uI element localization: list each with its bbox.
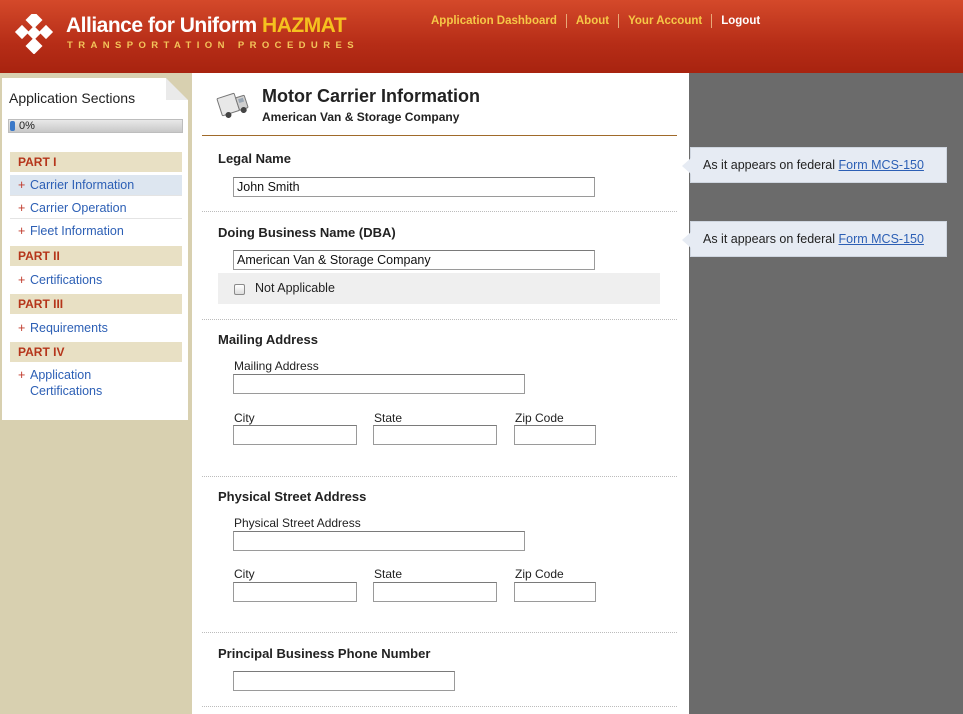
nav-application-dashboard[interactable]: Application Dashboard <box>422 14 566 28</box>
sidebar-item-certifications[interactable]: + Certifications <box>10 269 182 291</box>
sidebar-item-label: Carrier Operation <box>30 201 127 215</box>
nav-your-account[interactable]: Your Account <box>618 14 711 28</box>
top-nav: Application Dashboard About Your Account… <box>422 14 769 28</box>
legal-name-hint: As it appears on federal Form MCS-150 <box>682 147 947 183</box>
divider <box>202 319 677 320</box>
not-applicable-label[interactable]: Not Applicable <box>255 281 335 295</box>
progress-fill <box>10 121 15 131</box>
sidebar-item-label: Fleet Information <box>30 224 124 238</box>
part-ii-header: PART II <box>10 246 182 266</box>
form-mcs-150-link[interactable]: Form MCS-150 <box>839 158 924 172</box>
mailing-city-input[interactable] <box>233 425 357 445</box>
hint-text: As it appears on federal <box>703 232 839 246</box>
sidebar-item-requirements[interactable]: + Requirements <box>10 317 182 339</box>
sidebar-item-label: Certifications <box>30 273 103 287</box>
plus-icon: + <box>18 178 26 192</box>
sidebar-item-label: Application Certifications <box>30 368 103 398</box>
sidebar-title: Application Sections <box>9 90 136 106</box>
divider <box>202 476 677 477</box>
main-content: Motor Carrier Information American Van &… <box>192 73 689 714</box>
mailing-city-label: City <box>234 411 255 425</box>
page-title: Motor Carrier Information <box>262 86 481 106</box>
physical-state-input[interactable] <box>373 582 497 602</box>
sidebar-item-fleet-information[interactable]: + Fleet Information <box>10 220 182 242</box>
mailing-zip-input[interactable] <box>514 425 596 445</box>
page-subtitle: American Van & Storage Company <box>262 110 460 124</box>
physical-zip-input[interactable] <box>514 582 596 602</box>
plus-icon: + <box>18 224 26 238</box>
plus-icon: + <box>18 368 26 382</box>
brand-name[interactable]: Alliance for Uniform HAZMAT <box>66 14 347 38</box>
part-iv-header: PART IV <box>10 342 182 362</box>
mailing-address-input[interactable] <box>233 374 525 394</box>
mailing-zip-label: Zip Code <box>515 411 564 425</box>
sidebar-item-label: Carrier Information <box>30 178 135 192</box>
divider <box>202 632 677 633</box>
part-iii-header: PART III <box>10 294 182 314</box>
application-sections-sidebar: Application Sections 0% PART I + Carrier … <box>2 78 188 420</box>
divider <box>202 706 677 707</box>
mailing-address-label: Mailing Address <box>218 332 318 347</box>
sidebar-item-application-certifications[interactable]: + Application Certifications <box>10 367 182 399</box>
site-header: Alliance for Uniform HAZMAT TRANSPORTATI… <box>0 0 963 73</box>
form-mcs-150-link[interactable]: Form MCS-150 <box>839 232 924 246</box>
physical-zip-label: Zip Code <box>515 567 564 581</box>
physical-city-label: City <box>234 567 255 581</box>
brand-main: Alliance for Uniform <box>66 14 263 37</box>
plus-icon: + <box>18 321 26 335</box>
hint-text: As it appears on federal <box>703 158 839 172</box>
progress-text: 0% <box>19 120 35 132</box>
mailing-state-input[interactable] <box>373 425 497 445</box>
nav-about[interactable]: About <box>565 14 618 28</box>
nav-logout[interactable]: Logout <box>711 14 769 28</box>
truck-icon <box>216 92 249 118</box>
alliance-logo-icon[interactable] <box>14 14 54 54</box>
part-i-header: PART I <box>10 152 182 172</box>
physical-city-input[interactable] <box>233 582 357 602</box>
brand-hazmat: HAZMAT <box>262 14 347 37</box>
plus-icon: + <box>18 201 26 215</box>
dba-hint: As it appears on federal Form MCS-150 <box>682 221 947 257</box>
dba-label: Doing Business Name (DBA) <box>218 225 396 240</box>
plus-icon: + <box>18 273 26 287</box>
legal-name-label: Legal Name <box>218 151 291 166</box>
dba-input[interactable] <box>233 250 595 270</box>
physical-address-input[interactable] <box>233 531 525 551</box>
phone-label: Principal Business Phone Number <box>218 646 431 661</box>
title-divider <box>202 135 677 136</box>
legal-name-input[interactable] <box>233 177 595 197</box>
divider <box>202 211 677 212</box>
brand-tagline: TRANSPORTATION PROCEDURES <box>67 40 359 51</box>
physical-address-label: Physical Street Address <box>218 489 367 504</box>
sidebar-item-carrier-information[interactable]: + Carrier Information <box>10 175 182 196</box>
progress-bar: 0% <box>8 119 183 133</box>
sidebar-item-carrier-operation[interactable]: + Carrier Operation <box>10 197 182 219</box>
phone-input[interactable] <box>233 671 455 691</box>
physical-state-label: State <box>374 567 403 581</box>
mailing-address-field-label: Mailing Address <box>234 359 319 373</box>
mailing-state-label: State <box>374 411 403 425</box>
sidebar-item-label: Requirements <box>30 321 108 335</box>
physical-address-field-label: Physical Street Address <box>234 516 361 530</box>
not-applicable-checkbox[interactable] <box>234 284 245 295</box>
page-fold-corner <box>166 78 188 100</box>
